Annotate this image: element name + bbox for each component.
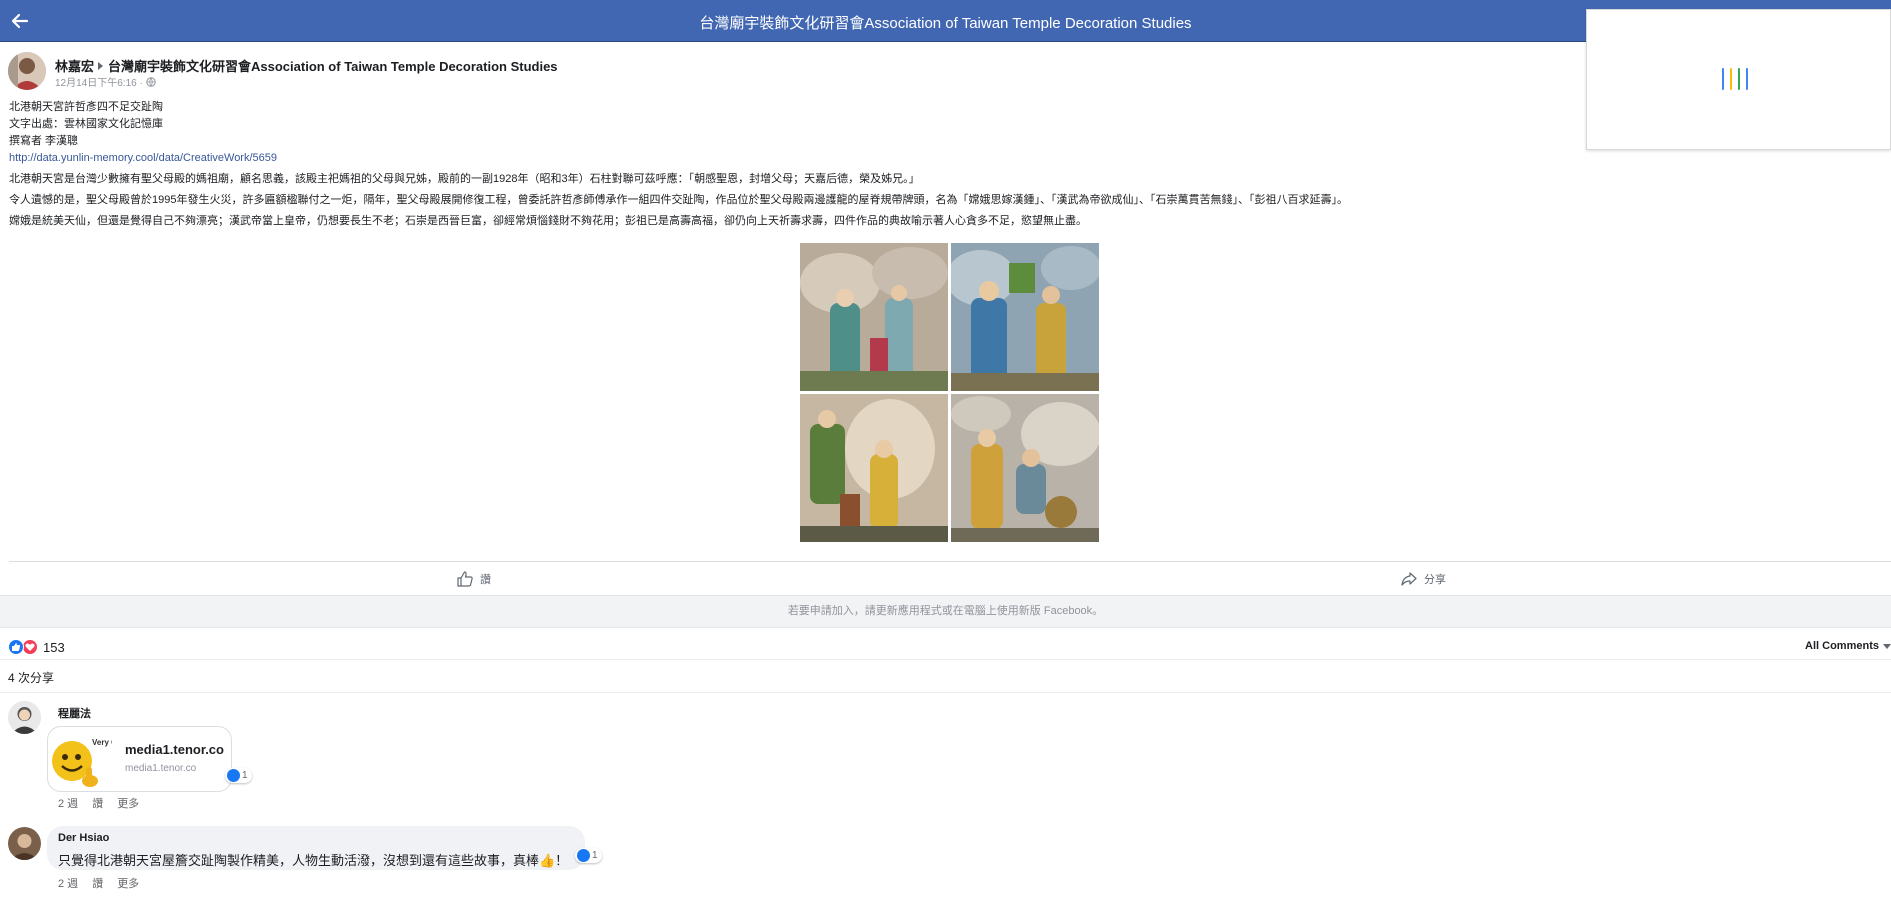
author-name[interactable]: 林嘉宏 (55, 59, 94, 74)
comment-reactions[interactable]: 1 (575, 848, 602, 863)
comment-actions: 2 週 讚 更多 (58, 875, 153, 891)
share-arrow-icon (1401, 572, 1417, 586)
gif-attachment[interactable]: Very Good media1.tenor.co media1.tenor.c… (47, 726, 232, 792)
reaction-count[interactable]: 153 (43, 640, 65, 655)
share-button[interactable]: 分享 (1400, 570, 1446, 588)
comment-like-button[interactable]: 讚 (92, 798, 103, 810)
attachment-domain: media1.tenor.co (125, 763, 197, 774)
group-name[interactable]: 台灣廟宇裝飾文化研習會Association of Taiwan Temple … (108, 59, 558, 74)
share-count[interactable]: 4 次分享 (8, 669, 54, 686)
thumbs-up-icon (457, 571, 473, 587)
post-paragraph: 令人遺憾的是，聖父母殿曾於1995年發生火災，許多匾額楹聯付之一炬，隔年，聖父母… (9, 194, 1348, 206)
source-link[interactable]: http://data.yunlin-memory.cool/data/Crea… (9, 150, 1879, 167)
comment-reactions[interactable]: 1 (225, 768, 252, 783)
post-photo[interactable] (800, 394, 948, 542)
gif-thumbnail: Very Good (50, 733, 132, 791)
comment-time: 2 週 (58, 878, 79, 890)
comment-reaction-count: 1 (242, 770, 248, 781)
like-reaction-icon[interactable] (8, 639, 24, 655)
meta-separator: · (139, 78, 143, 89)
post-photo[interactable] (800, 243, 948, 391)
like-reaction-icon (577, 849, 590, 862)
post-paragraph: 北港朝天宮是台灣少數擁有聖父母殿的媽祖廟，顧名思義，該殿主祀媽祖的父母與兄姊，殿… (9, 173, 920, 185)
attachment-title: media1.tenor.co (125, 742, 224, 757)
shares-row: 4 次分享 (0, 661, 1891, 693)
comment-more-button[interactable]: 更多 (117, 878, 139, 890)
post-photo[interactable] (951, 243, 1099, 391)
loading-indicator (1730, 68, 1732, 90)
globe-icon (145, 77, 156, 87)
post-paragraph: 嫦娥是統美天仙，但還是覺得自己不夠漂亮；漢武帝當上皇帝，仍想要長生不老；石崇是西… (9, 215, 1087, 227)
comment-reaction-count: 1 (592, 850, 598, 861)
commenter-name[interactable]: 程麗法 (58, 705, 91, 721)
author-avatar[interactable] (8, 52, 46, 90)
share-label: 分享 (1424, 574, 1446, 586)
comment-sort-dropdown[interactable]: All Comments (1805, 640, 1891, 652)
photo-grid (800, 243, 1100, 543)
like-reaction-icon (227, 769, 240, 782)
post-meta: 12月14日下午6:16 · (55, 74, 156, 89)
loading-indicator (1738, 68, 1740, 90)
post-line: 文字出處：雲林國家文化記憶庫 (9, 118, 163, 130)
avatar[interactable] (8, 701, 41, 734)
comment-more-button[interactable]: 更多 (117, 798, 139, 810)
loading-indicator (1722, 68, 1724, 90)
sort-label: All Comments (1805, 640, 1879, 652)
post-timestamp[interactable]: 12月14日下午6:16 (55, 78, 137, 89)
comment-time: 2 週 (58, 798, 79, 810)
like-label: 讚 (480, 574, 491, 586)
author-line: 林嘉宏 台灣廟宇裝飾文化研習會Association of Taiwan Temp… (55, 56, 558, 75)
comment-like-button[interactable]: 讚 (92, 878, 103, 890)
love-reaction-icon[interactable] (22, 639, 38, 655)
comment-bubble: Der Hsiao 只覺得北港朝天宮屋簷交趾陶製作精美，人物生動活潑，沒想到還有… (47, 826, 585, 870)
post-line: 撰寫者 李漢聰 (9, 135, 79, 147)
reactions-row: 153 All Comments (0, 634, 1891, 660)
post-photo[interactable] (951, 394, 1099, 542)
commenter-name[interactable]: Der Hsiao (58, 832, 109, 844)
comment-actions: 2 週 讚 更多 (58, 795, 153, 811)
loading-indicator (1746, 68, 1748, 90)
comment-text: 只覺得北港朝天宮屋簷交趾陶製作精美，人物生動活潑，沒想到還有這些故事，真棒👍！ (58, 853, 569, 868)
join-banner: 若要申請加入，請更新應用程式或在電腦上使用新版 Facebook。 (0, 595, 1891, 628)
chevron-down-icon (1883, 644, 1891, 649)
caret-right-icon (98, 62, 104, 70)
post-action-bar: 讚 分享 (9, 561, 1891, 595)
post-line: 北港朝天宮許哲彥四不足交趾陶 (9, 101, 163, 113)
post-body: 北港朝天宮許哲彥四不足交趾陶 文字出處：雲林國家文化記憶庫 撰寫者 李漢聰 ht… (9, 99, 1879, 230)
avatar[interactable] (8, 827, 41, 860)
gif-caption: Very Good (92, 738, 112, 747)
like-button[interactable]: 讚 (456, 570, 491, 588)
